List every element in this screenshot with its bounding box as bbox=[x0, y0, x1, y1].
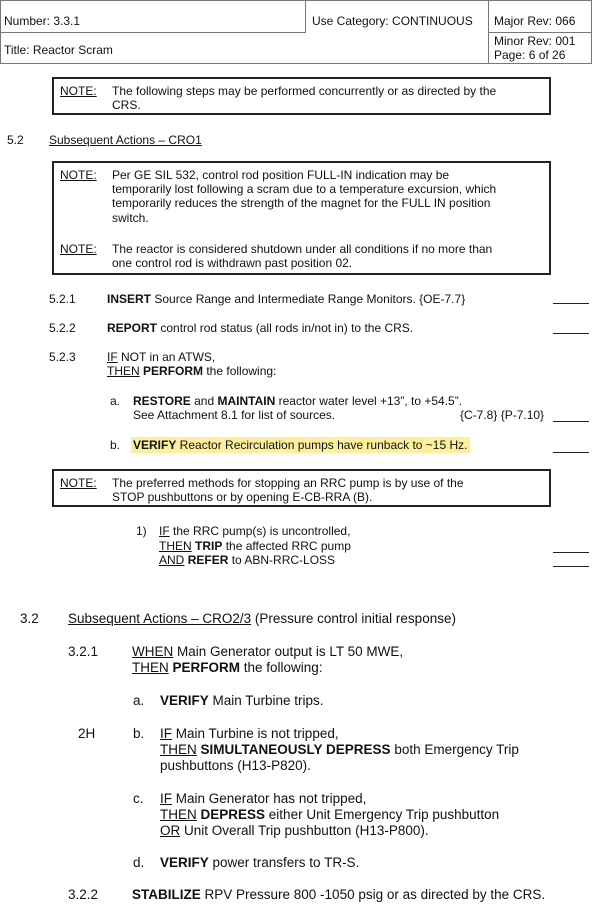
note-text: The following steps may be performed con… bbox=[112, 84, 497, 98]
substep-refs: {C-7.8} {P-7.10} bbox=[460, 408, 545, 422]
substep-text: RESTORE and MAINTAIN reactor water level… bbox=[133, 394, 463, 408]
substep-letter: b. bbox=[133, 726, 145, 741]
step-text: STABILIZE RPV Pressure 800 -1050 psig or… bbox=[132, 887, 546, 902]
note-text: Per GE SIL 532, control rod position FUL… bbox=[112, 168, 450, 182]
step-text: THEN PERFORM the following: bbox=[107, 364, 277, 378]
step-text: IF NOT in an ATWS, bbox=[107, 350, 216, 364]
note-text: temporarily reduces the strength of the … bbox=[112, 196, 491, 210]
section-title: Subsequent Actions – CRO1 bbox=[49, 133, 202, 147]
substep-text: IF the RRC pump(s) is uncontrolled, bbox=[159, 524, 351, 538]
highlighted-substep: VERIFY Reactor Recirculation pumps have … bbox=[131, 437, 470, 453]
step-text: REPORT control rod status (all rods in/n… bbox=[107, 321, 414, 335]
substep-text: OR Unit Overall Trip pushbutton (H13-P80… bbox=[160, 823, 429, 838]
minor-rev: Minor Rev: 001 bbox=[494, 34, 576, 48]
signoff-blank[interactable] bbox=[553, 452, 589, 453]
substep-text: VERIFY power transfers to TR-S. bbox=[160, 855, 360, 870]
header-divider-right bbox=[488, 32, 592, 33]
substep-text: VERIFY Main Turbine trips. bbox=[160, 693, 324, 708]
header-divider bbox=[0, 32, 305, 33]
signoff-blank[interactable] bbox=[553, 303, 589, 304]
substep-letter: a. bbox=[110, 394, 121, 408]
major-rev: Major Rev: 066 bbox=[494, 14, 576, 28]
substep-text: THEN TRIP the affected RRC pump bbox=[159, 539, 351, 553]
step-text: THEN PERFORM the following: bbox=[132, 660, 323, 675]
signoff-blank[interactable] bbox=[553, 333, 589, 334]
section-number: 3.2 bbox=[20, 611, 39, 626]
signoff-blank[interactable] bbox=[553, 552, 589, 553]
substep-text: AND REFER to ABN-RRC-LOSS bbox=[159, 553, 336, 567]
note-label: NOTE: bbox=[60, 84, 97, 98]
step-text: WHEN Main Generator output is LT 50 MWE, bbox=[132, 644, 404, 659]
note-label: NOTE: bbox=[60, 168, 97, 182]
use-category: Use Category: CONTINUOUS bbox=[312, 14, 473, 28]
note-text: temporarily lost following a scram due t… bbox=[112, 182, 497, 196]
step-tag: 2H bbox=[78, 726, 96, 741]
section-number: 5.2 bbox=[7, 133, 24, 147]
signoff-blank[interactable] bbox=[553, 421, 589, 422]
substep-letter: d. bbox=[133, 855, 145, 870]
substep-letter: a. bbox=[133, 693, 145, 708]
note-text: The reactor is considered shutdown under… bbox=[112, 242, 493, 256]
note-text: CRS. bbox=[112, 98, 141, 112]
step-number: 5.2.1 bbox=[49, 292, 76, 306]
substep-text: IF Main Turbine is not tripped, bbox=[160, 726, 339, 741]
substep-letter: b. bbox=[110, 438, 121, 452]
substep-letter: c. bbox=[133, 791, 144, 806]
section-title: Subsequent Actions – CRO2/3 (Pressure co… bbox=[68, 611, 456, 626]
step-number: 5.2.3 bbox=[49, 350, 76, 364]
substep-text: See Attachment 8.1 for list of sources. bbox=[133, 408, 336, 422]
step-number: 5.2.2 bbox=[49, 321, 76, 335]
substep-text: THEN SIMULTANEOUSLY DEPRESS both Emergen… bbox=[160, 742, 519, 757]
header-divider-v1 bbox=[305, 0, 306, 33]
substep-text: THEN DEPRESS either Unit Emergency Trip … bbox=[160, 807, 500, 822]
page-number: Page: 6 of 26 bbox=[494, 48, 566, 62]
note-label: NOTE: bbox=[60, 476, 97, 490]
substep-text: pushbuttons (H13-P820). bbox=[160, 758, 311, 773]
note-text: switch. bbox=[112, 211, 149, 225]
signoff-blank[interactable] bbox=[553, 566, 589, 567]
note-text: STOP pushbuttons or by opening E-CB-RRA … bbox=[112, 490, 373, 504]
procedure-number: Number: 3.3.1 bbox=[4, 14, 81, 28]
substep-number: 1) bbox=[136, 524, 147, 538]
step-text: INSERT Source Range and Intermediate Ran… bbox=[107, 292, 466, 306]
substep-text: IF Main Generator has not tripped, bbox=[160, 791, 367, 806]
step-number: 3.2.1 bbox=[68, 644, 99, 659]
note-text: The preferred methods for stopping an RR… bbox=[112, 476, 464, 490]
procedure-title: Title: Reactor Scram bbox=[4, 43, 113, 57]
note-label: NOTE: bbox=[60, 242, 97, 256]
step-number: 3.2.2 bbox=[68, 887, 99, 902]
header-divider-v2 bbox=[488, 0, 489, 64]
note-text: one control rod is withdrawn past positi… bbox=[112, 256, 353, 270]
